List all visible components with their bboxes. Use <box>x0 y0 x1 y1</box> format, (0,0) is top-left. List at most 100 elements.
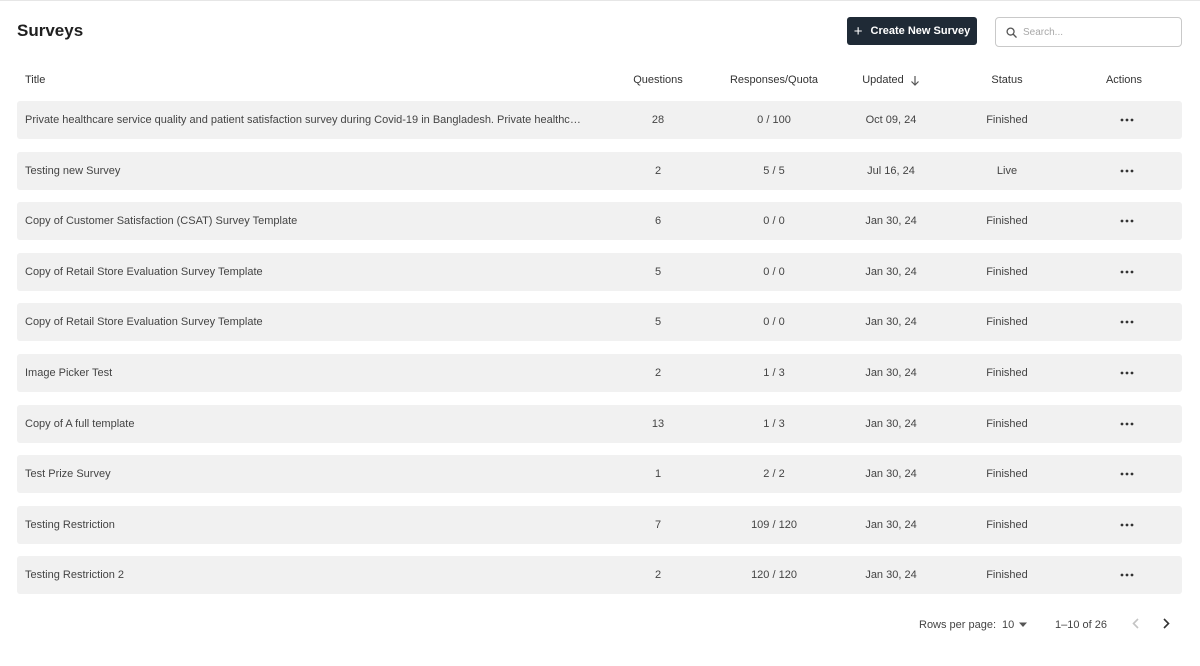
more-horizontal-icon[interactable] <box>1119 567 1135 583</box>
row-responses: 1 / 3 <box>763 417 785 430</box>
row-questions: 5 <box>654 316 662 329</box>
more-horizontal-icon[interactable] <box>1119 365 1135 381</box>
row-actions <box>1077 405 1177 443</box>
column-header-status[interactable]: Status <box>957 65 1057 95</box>
row-status: Finished <box>986 417 1028 430</box>
table-row[interactable]: Private healthcare service quality and p… <box>17 101 1182 139</box>
create-new-survey-label: Create New Survey <box>870 25 971 37</box>
row-status: Finished <box>986 316 1028 329</box>
row-questions: 2 <box>654 366 662 379</box>
row-questions: 6 <box>654 215 662 228</box>
row-updated: Jan 30, 24 <box>865 468 917 481</box>
row-actions <box>1077 506 1177 544</box>
row-status: Finished <box>986 366 1028 379</box>
row-actions <box>1077 455 1177 493</box>
row-title: Testing Restriction 2 <box>25 569 125 582</box>
more-horizontal-icon[interactable] <box>1119 466 1135 482</box>
previous-page-button[interactable] <box>1126 613 1146 633</box>
search-input[interactable] <box>1021 25 1175 39</box>
row-updated: Jan 30, 24 <box>865 215 917 228</box>
row-responses: 0 / 100 <box>757 114 791 126</box>
surveys-page: Surveys + Create New Survey Title Questi… <box>0 0 1200 666</box>
caret-down-icon <box>1019 622 1028 627</box>
row-title: Test Prize Survey <box>25 468 111 481</box>
row-questions: 1 <box>654 468 662 481</box>
row-responses: 0 / 0 <box>763 316 785 329</box>
chevron-right-icon <box>1163 617 1170 629</box>
row-updated: Oct 09, 24 <box>865 114 917 126</box>
row-status: Live <box>996 164 1018 177</box>
arrow-down-icon[interactable] <box>910 75 920 86</box>
next-page-button[interactable] <box>1156 613 1176 633</box>
row-responses: 1 / 3 <box>763 366 785 379</box>
rows-per-page-value: 10 <box>1002 619 1015 631</box>
row-title: Copy of Retail Store Evaluation Survey T… <box>25 316 263 329</box>
row-questions: 7 <box>654 518 662 531</box>
search-box[interactable] <box>995 17 1182 47</box>
row-questions: 5 <box>654 265 662 278</box>
row-responses: 120 / 120 <box>751 569 797 582</box>
row-questions: 2 <box>654 569 662 582</box>
column-header-responses[interactable]: Responses/Quota <box>714 65 834 95</box>
chevron-left-icon <box>1132 617 1139 629</box>
row-title: Testing Restriction <box>25 518 115 531</box>
row-title: Private healthcare service quality and p… <box>25 114 585 126</box>
row-title: Testing new Survey <box>25 164 121 177</box>
row-status: Finished <box>986 468 1028 481</box>
row-responses: 0 / 0 <box>763 215 785 228</box>
row-updated: Jan 30, 24 <box>865 366 917 379</box>
rows-per-page-label: Rows per page: <box>919 619 997 631</box>
table-row[interactable]: Image Picker Test 2 1 / 3 Jan 30, 24 Fin… <box>17 353 1182 392</box>
search-icon <box>1006 26 1017 38</box>
row-responses: 5 / 5 <box>763 164 785 177</box>
table-row[interactable]: Testing Restriction 7 109 / 120 Jan 30, … <box>17 505 1182 544</box>
row-updated: Jan 30, 24 <box>865 417 917 430</box>
table-row[interactable]: Copy of Customer Satisfaction (CSAT) Sur… <box>17 202 1182 241</box>
table-header: Title Questions Responses/Quota Updated … <box>17 65 1182 95</box>
row-status: Finished <box>986 569 1028 582</box>
more-horizontal-icon[interactable] <box>1119 314 1135 330</box>
column-header-updated-label: Updated <box>862 74 904 86</box>
row-status: Finished <box>986 215 1028 228</box>
row-actions <box>1077 354 1177 392</box>
row-questions: 28 <box>651 114 665 126</box>
survey-table-body: Private healthcare service quality and p… <box>17 101 1182 607</box>
plus-icon: + <box>853 22 863 40</box>
more-horizontal-icon[interactable] <box>1119 112 1135 128</box>
row-updated: Jul 16, 24 <box>867 164 915 177</box>
rows-per-page-select[interactable]: 10 <box>1002 613 1028 637</box>
more-horizontal-icon[interactable] <box>1119 416 1135 432</box>
row-actions <box>1077 202 1177 240</box>
create-new-survey-button[interactable]: + Create New Survey <box>847 17 977 45</box>
more-horizontal-icon[interactable] <box>1119 163 1135 179</box>
more-horizontal-icon[interactable] <box>1119 264 1135 280</box>
more-horizontal-icon[interactable] <box>1119 517 1135 533</box>
row-actions <box>1077 253 1177 291</box>
row-responses: 109 / 120 <box>751 518 797 531</box>
row-updated: Jan 30, 24 <box>865 265 917 278</box>
row-actions <box>1077 303 1177 341</box>
page-title: Surveys <box>17 21 84 40</box>
table-row[interactable]: Testing Restriction 2 2 120 / 120 Jan 30… <box>17 556 1182 595</box>
table-row[interactable]: Testing new Survey 2 5 / 5 Jul 16, 24 Li… <box>17 151 1182 190</box>
row-questions: 2 <box>654 164 662 177</box>
row-title: Image Picker Test <box>25 366 113 379</box>
row-status: Finished <box>986 265 1028 278</box>
more-horizontal-icon[interactable] <box>1119 213 1135 229</box>
row-status: Finished <box>986 518 1028 531</box>
row-status: Finished <box>986 114 1028 126</box>
row-responses: 2 / 2 <box>763 468 785 481</box>
table-row[interactable]: Copy of Retail Store Evaluation Survey T… <box>17 303 1182 342</box>
table-row[interactable]: Copy of A full template 13 1 / 3 Jan 30,… <box>17 404 1182 443</box>
row-updated: Jan 30, 24 <box>865 518 917 531</box>
row-title: Copy of A full template <box>25 417 135 430</box>
row-title: Copy of Retail Store Evaluation Survey T… <box>25 265 263 278</box>
column-header-updated[interactable]: Updated <box>841 65 941 95</box>
row-actions <box>1077 152 1177 190</box>
row-actions <box>1077 101 1177 139</box>
table-row[interactable]: Copy of Retail Store Evaluation Survey T… <box>17 252 1182 291</box>
row-updated: Jan 30, 24 <box>865 569 917 582</box>
column-header-questions[interactable]: Questions <box>608 65 708 95</box>
column-header-title[interactable]: Title <box>25 65 45 95</box>
table-row[interactable]: Test Prize Survey 1 2 / 2 Jan 30, 24 Fin… <box>17 455 1182 494</box>
